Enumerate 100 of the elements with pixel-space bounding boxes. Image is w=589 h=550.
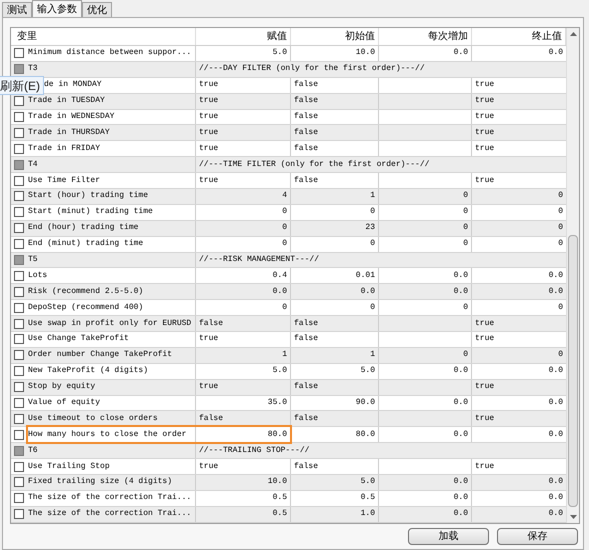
checkbox[interactable] (14, 382, 24, 392)
stop-cell: 0 (558, 190, 563, 202)
value-cell: 4 (282, 190, 287, 202)
value-cell: 0 (282, 222, 287, 234)
start-cell: 23 (365, 222, 375, 234)
group-comment: //---RISK MANAGEMENT---// (198, 254, 320, 266)
start-cell: 1 (370, 190, 375, 202)
checkbox[interactable] (14, 398, 24, 408)
step-cell: 0.0 (454, 286, 468, 298)
scroll-thumb[interactable] (568, 235, 578, 507)
parameter-name: Fixed trailing size (4 digits) (28, 476, 172, 488)
checkbox[interactable] (14, 446, 24, 456)
parameter-name: Trade in WEDNESDAY (28, 111, 114, 123)
checkbox[interactable] (14, 366, 24, 376)
checkbox[interactable] (14, 191, 24, 202)
value-cell: 10.0 (268, 476, 287, 488)
stop-cell: true (475, 142, 494, 155)
checkbox[interactable] (14, 96, 24, 106)
checkbox[interactable] (14, 462, 24, 472)
value-cell: true (199, 460, 218, 473)
tab[interactable]: 输入参数 (32, 0, 82, 17)
parameter-name: Risk (recommend 2.5-5.0) (28, 286, 144, 298)
value-cell: 0 (282, 302, 287, 314)
checkbox[interactable] (14, 160, 24, 170)
checkbox[interactable] (14, 207, 24, 218)
value-cell: true (199, 174, 218, 187)
start-cell: false (294, 95, 318, 108)
scroll-down-icon[interactable] (570, 515, 577, 519)
tab[interactable]: 优化 (82, 2, 112, 17)
value-cell: true (199, 126, 218, 139)
stop-cell: 0.0 (548, 397, 563, 410)
checkbox[interactable] (14, 176, 24, 186)
value-cell: 5.0 (272, 365, 287, 378)
start-cell: 0 (370, 238, 375, 250)
step-cell: 0 (463, 222, 468, 234)
column-header[interactable]: 每次增加 (428, 29, 468, 44)
column-header[interactable]: 终止值 (532, 29, 562, 44)
parameter-name: Start (hour) trading time (28, 190, 148, 202)
scrollbar[interactable] (566, 28, 579, 523)
checkbox[interactable] (14, 493, 24, 504)
scroll-up-icon[interactable] (570, 32, 577, 36)
checkbox[interactable] (14, 270, 24, 281)
checkbox[interactable] (14, 334, 24, 344)
checkbox[interactable] (14, 239, 24, 250)
step-cell: 0.0 (454, 428, 468, 441)
parameter-name: New TakeProfit (4 digits) (28, 365, 148, 378)
start-cell: 5.0 (360, 365, 375, 378)
parameter-name: Stop by equity (28, 381, 96, 394)
value-cell: 1 (282, 349, 287, 362)
checkbox[interactable] (14, 223, 24, 234)
value-cell: 35.0 (268, 397, 287, 410)
column-header[interactable]: 变里 (17, 29, 37, 44)
checkbox[interactable] (14, 255, 24, 266)
dialog-button[interactable]: 加载 (408, 528, 489, 545)
context-menu[interactable]: 刷新(E) (0, 76, 44, 95)
checkbox[interactable] (14, 144, 24, 154)
value-cell: false (199, 318, 224, 330)
parameter-name: The size of the correction Trai... (28, 492, 192, 504)
start-cell: 0.5 (360, 492, 375, 504)
parameter-name: Order number Change TakeProfit (28, 349, 172, 362)
value-cell: 0 (282, 206, 287, 218)
checkbox[interactable] (14, 477, 24, 488)
step-cell: 0.0 (454, 270, 468, 282)
parameter-name: DepoStep (recommend 400) (28, 302, 144, 314)
step-cell: 0.0 (454, 508, 468, 520)
value-cell: true (199, 381, 218, 394)
stop-cell: true (475, 412, 494, 425)
step-cell: 0 (463, 302, 468, 314)
checkbox[interactable] (14, 48, 24, 58)
checkbox[interactable] (14, 509, 24, 520)
parameter-name: Use Time Filter (28, 174, 100, 187)
start-cell: false (294, 174, 318, 187)
stop-cell: true (475, 79, 494, 92)
dialog-button[interactable]: 保存 (497, 528, 578, 545)
stop-cell: 0.0 (548, 47, 563, 60)
step-cell: 0.0 (454, 47, 468, 60)
checkbox[interactable] (14, 112, 24, 122)
checkbox[interactable] (14, 350, 24, 360)
parameter-name: Use Change TakeProfit (28, 333, 129, 346)
checkbox[interactable] (14, 286, 24, 297)
checkbox[interactable] (14, 64, 24, 74)
start-cell: 90.0 (356, 397, 375, 410)
checkbox[interactable] (14, 414, 24, 424)
value-cell: false (199, 412, 224, 425)
value-cell: 0.5 (272, 492, 287, 504)
value-cell: 0.4 (272, 270, 287, 282)
stop-cell: 0.0 (548, 428, 563, 441)
parameter-name: T3 (28, 63, 38, 76)
tab[interactable]: 测试 (2, 2, 32, 17)
column-header[interactable]: 初始值 (345, 29, 375, 44)
value-cell: true (199, 111, 218, 123)
value-cell: true (199, 79, 218, 92)
checkbox[interactable] (14, 128, 24, 138)
checkbox[interactable] (14, 318, 24, 329)
checkbox[interactable] (14, 430, 24, 440)
stop-cell: 0.0 (548, 492, 563, 504)
stop-cell: true (475, 174, 494, 187)
parameter-name: Use swap in profit only for EURUSD (28, 318, 192, 330)
checkbox[interactable] (14, 302, 24, 313)
column-header[interactable]: 赋值 (267, 29, 287, 44)
